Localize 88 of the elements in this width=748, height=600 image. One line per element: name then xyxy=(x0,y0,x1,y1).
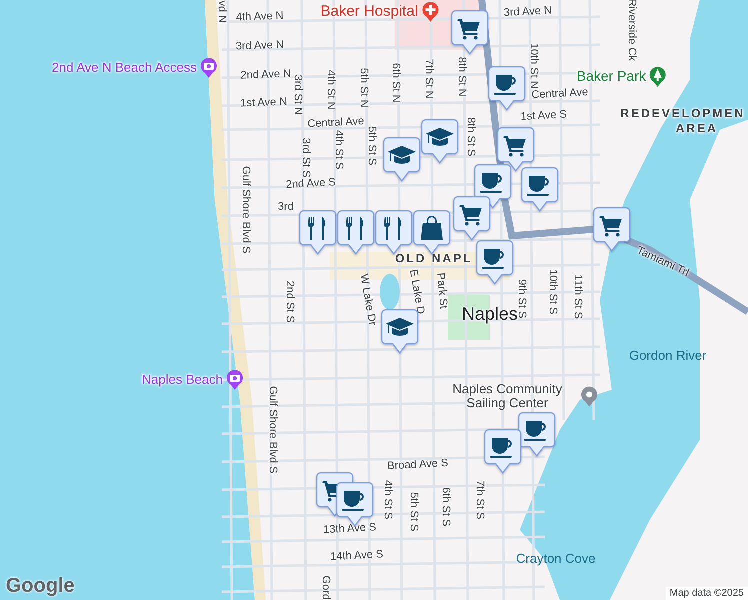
fork-knife-icon xyxy=(346,217,364,240)
camera-icon xyxy=(226,369,244,391)
map-marker[interactable] xyxy=(518,412,556,458)
street-label: 3rd St N xyxy=(292,74,304,116)
street-label: 1st Ave S xyxy=(520,108,568,124)
place-label[interactable]: Baker Park xyxy=(576,69,646,85)
street-label: 7th St N xyxy=(422,59,436,99)
place-label[interactable]: 2nd Ave N Beach Access xyxy=(52,60,198,76)
street-label: 3rd Ave N xyxy=(236,39,284,53)
street-label: 11th St S xyxy=(572,274,584,320)
coffee-cup-icon xyxy=(494,75,516,95)
place-pin-icon xyxy=(580,386,598,408)
street-label: 8th St S xyxy=(464,117,478,157)
shopping-cart-icon xyxy=(458,19,480,40)
street-label: 10th St N xyxy=(528,43,540,89)
street-label: 4th St N xyxy=(324,70,338,110)
street-label: 4th St S xyxy=(332,130,346,170)
street-label: 10th St S xyxy=(546,269,560,315)
coffee-cup-icon xyxy=(527,176,549,196)
shopping-cart-icon xyxy=(460,205,482,226)
street-label: Gulf Shore Blvd S xyxy=(266,386,280,474)
place-label: AREA xyxy=(676,122,718,136)
place-label: Naples xyxy=(462,305,518,325)
place-label[interactable]: Naples Beach xyxy=(142,372,223,388)
street-label: 1st Ave N xyxy=(240,96,288,110)
street-label: 6th St S xyxy=(440,487,452,527)
street-label: 3rd Ave N xyxy=(504,4,552,20)
place-label: Crayton Cove xyxy=(516,552,596,566)
street-label: Riverside Ck xyxy=(626,0,638,62)
place-label[interactable]: Baker Hospital xyxy=(320,4,418,20)
street-label: 3rd St S xyxy=(300,138,312,178)
map-marker[interactable] xyxy=(383,137,421,183)
street-label: Central Ave xyxy=(307,115,365,130)
graduation-cap-icon xyxy=(386,318,414,336)
street-label: Broad Ave S xyxy=(387,457,449,473)
street-label: 3rd xyxy=(278,200,294,214)
fork-knife-icon xyxy=(308,217,326,240)
street-label: 2nd Ave N xyxy=(240,68,292,82)
coffee-cup-icon xyxy=(524,421,546,441)
coffee-cup-icon xyxy=(480,173,502,193)
map-marker[interactable] xyxy=(299,210,337,256)
graduation-cap-icon xyxy=(388,146,416,164)
street-label: Park St xyxy=(434,272,450,310)
street-label: 9th St S xyxy=(516,279,528,319)
street-label: 6th St N xyxy=(390,63,402,103)
camera-icon xyxy=(200,57,218,79)
street-label: Gord xyxy=(320,576,332,600)
map-marker[interactable] xyxy=(413,210,451,256)
map-marker[interactable] xyxy=(476,240,514,286)
shopping-bag-icon xyxy=(421,216,443,240)
shopping-cart-icon xyxy=(504,136,526,157)
street-label: 7th St S xyxy=(474,480,486,520)
lake xyxy=(380,274,400,310)
hospital-icon xyxy=(421,1,440,23)
tree-icon xyxy=(649,66,668,88)
street-label: 5th St S xyxy=(408,492,420,532)
graduation-cap-icon xyxy=(426,128,454,146)
street-label: E Lake D xyxy=(407,268,427,316)
map-marker[interactable] xyxy=(337,210,375,256)
street-label: 4th Ave N xyxy=(236,10,284,24)
fork-knife-icon xyxy=(384,217,402,240)
street-label: 2nd Ave S xyxy=(286,176,336,192)
street-label: 13th Ave S xyxy=(323,522,377,536)
street-label: vd N xyxy=(216,0,228,24)
street-label: W Lake Dr xyxy=(358,273,378,327)
coffee-cup-icon xyxy=(490,438,512,458)
coffee-cup-icon xyxy=(342,491,364,511)
map-marker[interactable] xyxy=(375,210,413,256)
street-label: 5th St N xyxy=(358,68,370,108)
map-marker[interactable] xyxy=(421,119,459,165)
coffee-cup-icon xyxy=(482,249,504,269)
map-marker[interactable] xyxy=(453,196,491,242)
street-label: 14th Ave S xyxy=(330,548,384,564)
place-label: OLD NAPL xyxy=(395,252,473,266)
google-logo: Google xyxy=(6,575,75,598)
shopping-cart-icon xyxy=(600,216,622,237)
map-marker[interactable] xyxy=(488,66,526,112)
map-marker[interactable] xyxy=(451,10,489,56)
attribution-text: Map data ©2025 xyxy=(666,587,748,600)
street-label: Gulf Shore Blvd S xyxy=(240,166,252,254)
place-label[interactable]: Naples Community Sailing Center xyxy=(438,382,578,412)
street-label: 4th St S xyxy=(382,480,394,520)
street-label: 5th St S xyxy=(366,126,378,166)
street-label: 8th St N xyxy=(456,57,468,97)
map-marker[interactable] xyxy=(593,207,631,253)
map-marker[interactable] xyxy=(521,167,559,213)
map-marker[interactable] xyxy=(484,429,522,475)
street-label: 2nd St S xyxy=(284,280,296,324)
